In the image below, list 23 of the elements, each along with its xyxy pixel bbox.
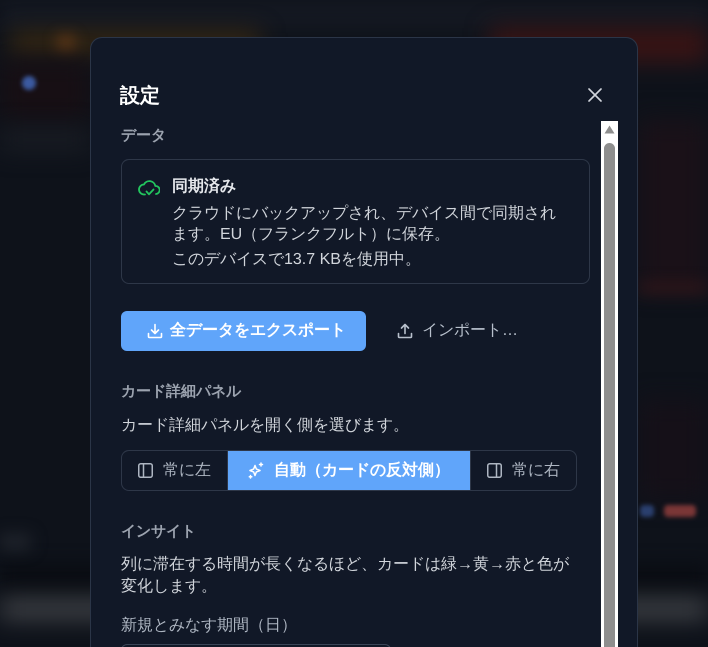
section-heading: データ [121, 126, 167, 146]
dialog-title: 設定 [120, 84, 160, 108]
panel-side-option[interactable]: 常に左 [122, 451, 227, 490]
storage-usage-text: このデバイスで13.7 KBを使用中。 [172, 250, 422, 270]
sync-status-title: 同期済み [172, 176, 237, 197]
panel-side-option[interactable]: 常に右 [470, 451, 576, 490]
close-icon [588, 88, 602, 102]
scrollbar[interactable] [601, 121, 618, 647]
import-button[interactable]: インポート… [379, 311, 536, 351]
section-heading: インサイト [121, 522, 197, 542]
section-heading: カード詳細パネル [121, 382, 242, 402]
sparkles-icon [248, 462, 265, 479]
download-icon [147, 323, 163, 339]
panel-left-icon [138, 463, 153, 478]
section-description: カード詳細パネルを開く側を選びます。 [121, 416, 410, 436]
panel-right-icon [487, 463, 502, 478]
upload-icon [397, 323, 413, 339]
cloud-check-icon [138, 177, 160, 197]
scroll-up-arrow-icon [604, 125, 615, 134]
scrollbar-thumb[interactable] [604, 143, 615, 647]
field-label: 新規とみなす期間（日） [121, 616, 298, 636]
section-description: 列に滞在する時間が長くなるほど、カードは緑→黄→赤と色が変化します。 [121, 554, 570, 597]
sync-status-description: クラウドにバックアップされ、デバイス間で同期されます。EU（フランクフルト）に保存。 [172, 204, 557, 245]
